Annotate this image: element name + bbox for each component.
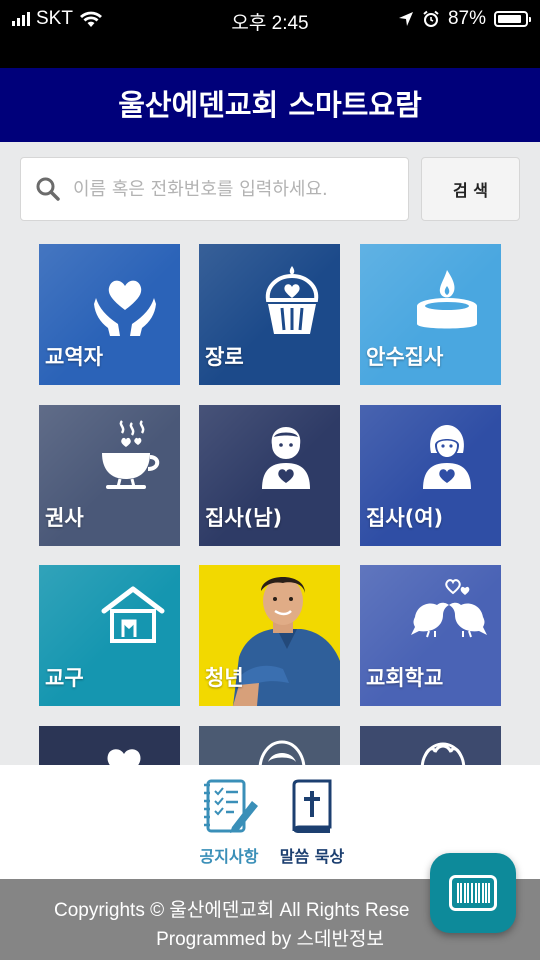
love-birds-icon [411,579,487,638]
barcode-icon [449,875,497,911]
tile-label: 집사(여) [366,506,444,530]
copyright-text: Copyrights © 울산에덴교회 All Rights Rese [54,900,410,921]
candle-icon [417,270,477,329]
bible-icon [292,779,332,833]
tile-elder[interactable]: 장로 [199,244,340,385]
notice-button[interactable]: 공지사항 [189,779,269,867]
tile-label: 장로 [205,345,244,369]
tile-ordained-deacon[interactable]: 안수집사 [360,244,501,385]
devotion-button[interactable]: 말씀 묵상 [272,779,352,867]
tile-deacon-female[interactable]: 집사(여) [360,405,501,546]
tile-minister[interactable]: 교역자 [39,244,180,385]
clipboard-checklist-icon [204,779,258,833]
tile-label: 청년 [205,666,244,690]
tile-label: 권사 [45,506,84,530]
tile-label: 집사(남) [205,506,283,530]
tile-label: 교역자 [45,345,103,369]
woman-heart-icon [423,425,471,489]
tile-label: 안수집사 [366,345,444,369]
tile-label: 교회학교 [366,666,444,690]
tile-district[interactable]: 교구 [39,565,180,706]
cupcake-heart-icon [265,266,319,334]
search-box[interactable] [20,157,409,221]
notice-label: 공지사항 [199,847,259,866]
location-arrow-icon [398,12,413,26]
barcode-button[interactable] [430,853,516,933]
devotion-label: 말씀 묵상 [279,847,345,866]
alarm-clock-icon [423,10,439,27]
tile-senior-deaconess[interactable]: 권사 [39,405,180,546]
search-input[interactable] [71,177,395,201]
battery-icon [494,11,531,27]
man-heart-icon [262,427,310,489]
page-title: 울산에덴교회 스마트요람 [0,68,540,142]
heart-hands-icon [94,280,156,336]
teacup-hearts-icon [102,420,160,489]
tile-deacon-male[interactable]: 집사(남) [199,405,340,546]
search-button[interactable]: 검 색 [421,157,520,221]
status-right: 87% [398,8,531,30]
house-heart-icon [101,586,165,643]
tile-youth[interactable]: 청년 [199,565,340,706]
status-bar: SKT 오후 2:45 87% [0,0,540,68]
search-icon [36,177,60,201]
tile-church-school[interactable]: 교회학교 [360,565,501,706]
tile-label: 교구 [45,666,84,690]
battery-percent: 87% [447,8,486,29]
battery-level-fill [498,15,521,23]
